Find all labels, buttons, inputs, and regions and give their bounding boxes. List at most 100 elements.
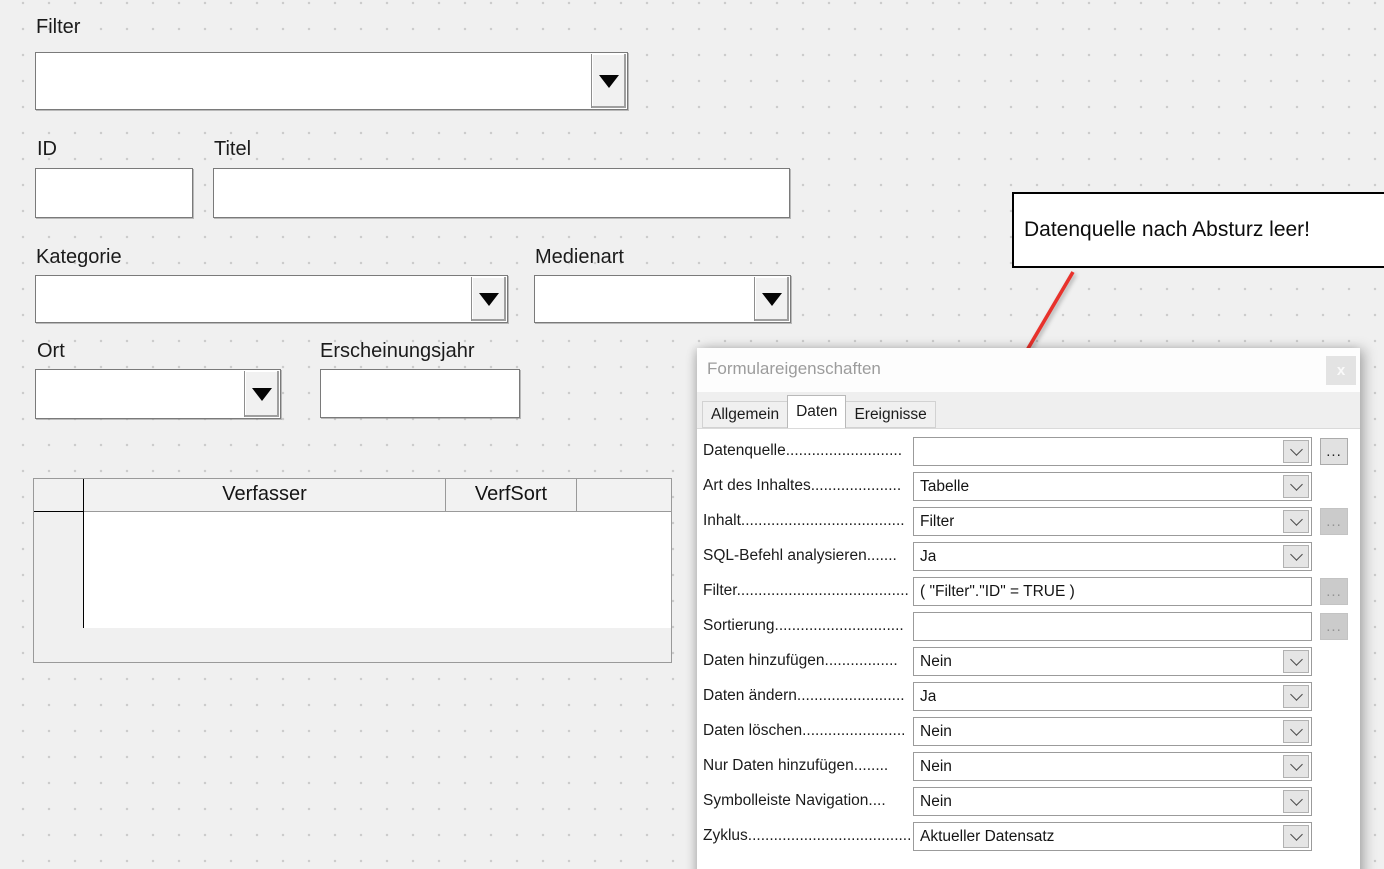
property-row-datenquelle: Datenquelle........................... .… xyxy=(697,437,1360,466)
column-header-verfasser[interactable]: Verfasser xyxy=(84,479,446,512)
field-value: Nein xyxy=(914,758,952,776)
table-grid-body xyxy=(34,512,671,628)
chevron-glyph xyxy=(1290,548,1303,561)
property-row-daten-hinzufuegen: Daten hinzufügen................. Nein xyxy=(697,647,1360,676)
field-value: Nein xyxy=(914,723,952,741)
chevron-glyph xyxy=(1290,758,1303,771)
chevron-glyph xyxy=(1290,828,1303,841)
inhalt-combobox[interactable]: Filter xyxy=(913,507,1312,536)
table-grid-empty-rows[interactable] xyxy=(84,512,671,628)
dropdown-arrow-icon xyxy=(599,75,619,88)
datenquelle-more-button[interactable]: ... xyxy=(1320,438,1348,465)
property-row-sortierung: Sortierung..............................… xyxy=(697,612,1360,641)
property-row-sql-befehl-analysieren: SQL-Befehl analysieren....... Ja xyxy=(697,542,1360,571)
filter-label: Filter xyxy=(36,16,80,39)
medienart-combobox[interactable] xyxy=(534,275,791,323)
field-value: Nein xyxy=(914,793,952,811)
daten-hinzufuegen-combobox[interactable]: Nein xyxy=(913,647,1312,676)
sortierung-input[interactable] xyxy=(913,612,1312,641)
symbolleiste-navigation-combobox[interactable]: Nein xyxy=(913,787,1312,816)
kategorie-combobox[interactable] xyxy=(35,275,508,323)
property-label: Art des Inhaltes..................... xyxy=(703,477,911,495)
chevron-glyph xyxy=(1290,653,1303,666)
property-label: Inhalt..................................… xyxy=(703,512,911,530)
field-value: Tabelle xyxy=(914,478,969,496)
property-label: Symbolleiste Navigation.... xyxy=(703,792,911,810)
property-row-daten-loeschen: Daten löschen........................ Ne… xyxy=(697,717,1360,746)
chevron-down-icon[interactable] xyxy=(1283,720,1309,743)
property-row-daten-aendern: Daten ändern......................... Ja xyxy=(697,682,1360,711)
chevron-glyph xyxy=(1290,793,1303,806)
row-header-stub[interactable] xyxy=(34,479,84,512)
property-row-filter: Filter..................................… xyxy=(697,577,1360,606)
zyklus-combobox[interactable]: Aktueller Datensatz xyxy=(913,822,1312,851)
row-header-column xyxy=(34,512,84,628)
chevron-down-icon[interactable] xyxy=(1283,825,1309,848)
kategorie-label: Kategorie xyxy=(36,246,122,269)
verfasser-table-grid[interactable]: Verfasser VerfSort xyxy=(33,478,672,663)
dropdown-button[interactable] xyxy=(591,54,626,108)
dropdown-button[interactable] xyxy=(471,277,506,321)
filter-criteria-input[interactable]: ( "Filter"."ID" = TRUE ) xyxy=(913,577,1312,606)
chevron-down-icon[interactable] xyxy=(1283,475,1309,498)
medienart-label: Medienart xyxy=(535,246,624,269)
table-grid-header: Verfasser VerfSort xyxy=(34,479,671,512)
ort-combobox[interactable] xyxy=(35,369,281,419)
chevron-down-icon[interactable] xyxy=(1283,755,1309,778)
erscheinungsjahr-input[interactable] xyxy=(320,369,520,418)
dialog-titlebar[interactable]: Formulareigenschaften x xyxy=(697,348,1360,392)
property-label: Daten ändern......................... xyxy=(703,687,911,705)
annotation-callout: Datenquelle nach Absturz leer! xyxy=(1012,192,1384,268)
chevron-down-icon[interactable] xyxy=(1283,685,1309,708)
dropdown-arrow-icon xyxy=(762,293,782,306)
dropdown-arrow-icon xyxy=(479,293,499,306)
art-des-inhaltes-combobox[interactable]: Tabelle xyxy=(913,472,1312,501)
property-label: Daten löschen........................ xyxy=(703,722,911,740)
sql-befehl-analysieren-combobox[interactable]: Ja xyxy=(913,542,1312,571)
column-header-empty[interactable] xyxy=(577,479,671,512)
property-label: Daten hinzufügen................. xyxy=(703,652,911,670)
property-row-nur-daten-hinzufuegen: Nur Daten hinzufügen........ Nein xyxy=(697,752,1360,781)
formulareigenschaften-dialog: Formulareigenschaften x Allgemein Daten … xyxy=(697,348,1360,869)
titel-input[interactable] xyxy=(213,168,790,218)
id-input[interactable] xyxy=(35,168,193,218)
chevron-down-icon[interactable] xyxy=(1283,440,1309,463)
chevron-down-icon[interactable] xyxy=(1283,650,1309,673)
dialog-tab-bar: Allgemein Daten Ereignisse xyxy=(702,395,935,428)
datenquelle-combobox[interactable] xyxy=(913,437,1312,466)
filter-more-button: ... xyxy=(1320,578,1348,605)
property-label: Sortierung.............................. xyxy=(703,617,911,635)
property-row-art-des-inhaltes: Art des Inhaltes..................... Ta… xyxy=(697,472,1360,501)
chevron-down-icon[interactable] xyxy=(1283,545,1309,568)
daten-tab-page: Datenquelle........................... .… xyxy=(697,428,1360,869)
close-icon[interactable]: x xyxy=(1326,356,1356,385)
field-value: ( "Filter"."ID" = TRUE ) xyxy=(914,583,1075,601)
field-value: Ja xyxy=(914,548,936,566)
sortierung-more-button: ... xyxy=(1320,613,1348,640)
chevron-glyph xyxy=(1290,688,1303,701)
property-label: Filter..................................… xyxy=(703,582,911,600)
tab-allgemein[interactable]: Allgemein xyxy=(702,401,788,428)
property-row-inhalt: Inhalt..................................… xyxy=(697,507,1360,536)
tab-daten[interactable]: Daten xyxy=(787,395,846,428)
chevron-glyph xyxy=(1290,478,1303,491)
column-header-verfsort[interactable]: VerfSort xyxy=(446,479,577,512)
inhalt-more-button: ... xyxy=(1320,508,1348,535)
dropdown-arrow-icon xyxy=(252,388,272,401)
filter-combobox[interactable] xyxy=(35,52,628,110)
daten-aendern-combobox[interactable]: Ja xyxy=(913,682,1312,711)
daten-loeschen-combobox[interactable]: Nein xyxy=(913,717,1312,746)
dialog-title: Formulareigenschaften xyxy=(707,359,881,379)
tab-ereignisse[interactable]: Ereignisse xyxy=(845,401,935,428)
field-value: Ja xyxy=(914,688,936,706)
dropdown-button[interactable] xyxy=(244,371,279,417)
property-label: Nur Daten hinzufügen........ xyxy=(703,757,911,775)
nur-daten-hinzufuegen-combobox[interactable]: Nein xyxy=(913,752,1312,781)
id-label: ID xyxy=(37,138,57,161)
chevron-down-icon[interactable] xyxy=(1283,510,1309,533)
ort-label: Ort xyxy=(37,340,65,363)
annotation-text: Datenquelle nach Absturz leer! xyxy=(1014,218,1310,242)
chevron-down-icon[interactable] xyxy=(1283,790,1309,813)
chevron-glyph xyxy=(1290,513,1303,526)
dropdown-button[interactable] xyxy=(754,277,789,321)
